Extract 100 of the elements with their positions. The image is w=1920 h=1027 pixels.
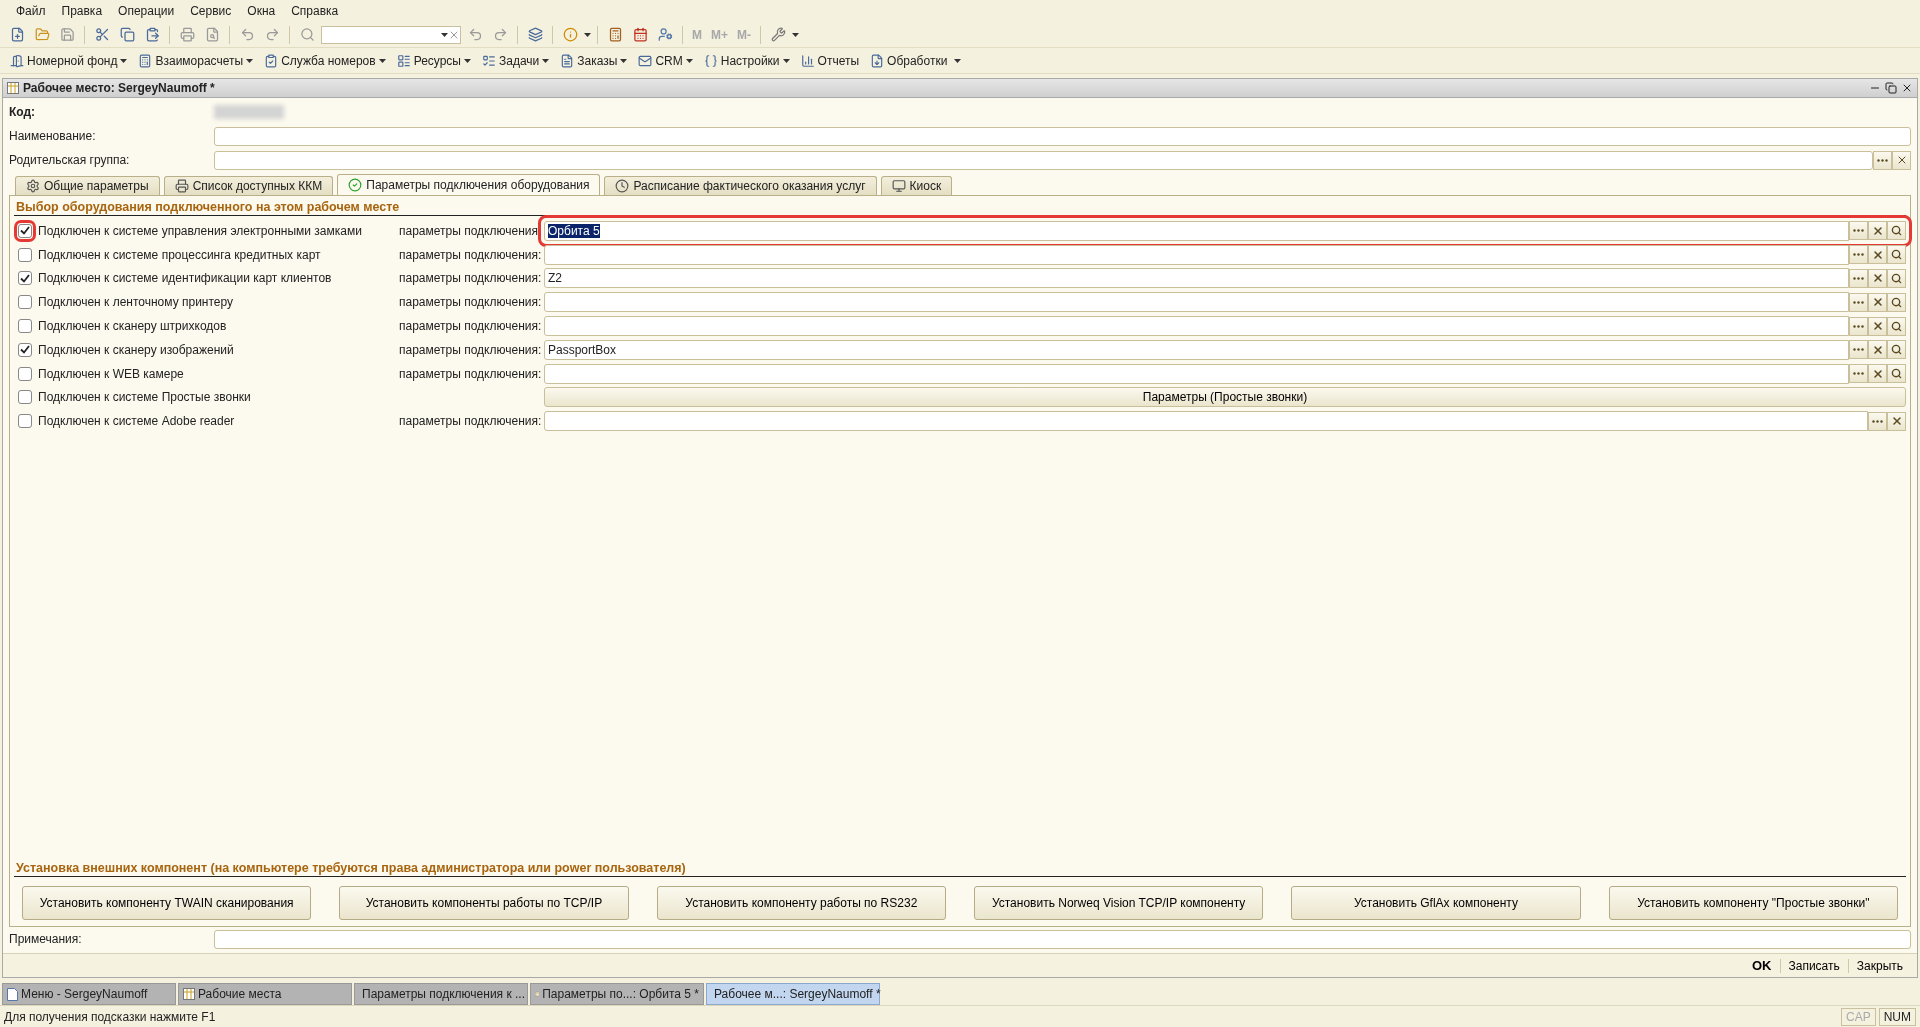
menu-item[interactable]: Операции	[112, 3, 181, 19]
select-button[interactable]	[1849, 340, 1868, 360]
caret-icon	[441, 32, 448, 37]
input-field[interactable]	[214, 150, 1873, 170]
window-tab[interactable]: Рабочее м...: SergeyNaumoff *	[706, 983, 880, 1005]
menu-item[interactable]: Справка	[285, 3, 345, 19]
search-icon	[1891, 320, 1902, 332]
clear-button[interactable]	[1887, 411, 1906, 431]
input-field[interactable]: Орбита 5	[544, 220, 1849, 241]
open-button[interactable]	[1887, 221, 1906, 241]
open-button[interactable]	[1887, 340, 1906, 360]
clear-button[interactable]	[1868, 245, 1887, 265]
ellipsis-icon	[1853, 253, 1864, 257]
install-button[interactable]: Установить GflAx компоненту	[1291, 886, 1581, 920]
window-tab[interactable]: Меню - SergeyNaumoff	[2, 983, 176, 1005]
clear-button[interactable]	[1868, 316, 1887, 336]
toolbar-menu[interactable]: Заказы	[556, 53, 632, 68]
toolbar-menu[interactable]: Ресурсы	[392, 53, 475, 68]
menu-item[interactable]: Окна	[241, 3, 282, 19]
select-button[interactable]	[1849, 221, 1868, 241]
input-field[interactable]: PassportBox	[544, 339, 1849, 360]
checkbox[interactable]	[18, 342, 32, 357]
menu-item[interactable]: Файл	[10, 3, 52, 19]
window-tab[interactable]: Параметры по...: Орбита 5 *	[530, 983, 704, 1005]
document-icon	[7, 987, 18, 1001]
check-icon	[20, 345, 30, 355]
restore-icon[interactable]	[1885, 82, 1897, 94]
window-tab[interactable]: Параметры подключения к ...	[354, 983, 528, 1005]
open-button[interactable]	[1887, 292, 1906, 312]
input-field[interactable]	[544, 244, 1849, 265]
toolbar-menu[interactable]: Обработки	[866, 53, 952, 68]
footer-button[interactable]: Закрыть	[1847, 958, 1911, 973]
search-icon	[1891, 225, 1902, 237]
ellipsis-icon	[1877, 158, 1888, 162]
open-button[interactable]	[1887, 364, 1906, 384]
checkbox[interactable]	[18, 366, 32, 381]
checkbox[interactable]	[18, 271, 32, 286]
toolbar-menu[interactable]: Взаиморасчеты	[134, 53, 258, 68]
clock-icon	[615, 179, 630, 193]
parameters-button[interactable]: Параметры (Простые звонки)	[544, 387, 1906, 408]
checkbox-label: Подключен к WEB камере	[38, 366, 184, 381]
toolbar-menu[interactable]: Настройки	[699, 53, 794, 68]
clear-button[interactable]	[1868, 292, 1887, 312]
toolbar-menu[interactable]: CRM	[634, 53, 697, 68]
menu-item[interactable]: Сервис	[184, 3, 238, 19]
input-field[interactable]	[544, 316, 1849, 337]
tab[interactable]: Киоск	[880, 176, 953, 195]
input-field[interactable]	[544, 292, 1849, 313]
open-button[interactable]	[1887, 269, 1906, 288]
clear-button[interactable]	[1892, 150, 1911, 170]
checkbox[interactable]	[18, 247, 32, 262]
clear-button[interactable]	[1868, 221, 1887, 241]
overflow-caret-icon	[954, 58, 962, 63]
select-button[interactable]	[1873, 150, 1892, 170]
check-circle-icon	[348, 178, 363, 192]
window-tab[interactable]: Рабочие места	[178, 983, 352, 1005]
toolbar-menu[interactable]: Номерной фонд	[6, 53, 132, 68]
footer-button[interactable]: OK	[1744, 958, 1780, 973]
ellipsis-icon	[1853, 348, 1864, 352]
close-icon[interactable]	[1901, 82, 1913, 94]
select-button[interactable]	[1849, 364, 1868, 384]
open-button[interactable]	[1887, 245, 1906, 265]
search-icon	[1891, 296, 1902, 308]
select-button[interactable]	[1849, 316, 1868, 336]
checkbox[interactable]	[18, 390, 32, 405]
tab[interactable]: Общие параметры	[15, 176, 160, 195]
checkbox[interactable]	[18, 414, 32, 429]
install-button[interactable]: Установить Norweq Vision TCP/IP компоненту	[974, 886, 1264, 920]
ellipsis-icon	[1853, 229, 1864, 233]
clear-button[interactable]	[1868, 269, 1887, 288]
input-field[interactable]	[214, 126, 1911, 146]
checkbox[interactable]	[18, 295, 32, 310]
input-field[interactable]: Z2	[544, 268, 1849, 289]
checkbox-label: Подключен к системе управления электронными замками	[38, 223, 362, 238]
footer-button[interactable]: Записать	[1779, 958, 1848, 973]
input-field[interactable]	[544, 363, 1849, 384]
toolbar-menu[interactable]: Отчеты	[796, 53, 864, 68]
select-button[interactable]	[1849, 245, 1868, 265]
window-title: Рабочее место: SergeyNaumoff *	[23, 81, 216, 95]
caret-icon	[584, 32, 591, 37]
checkbox[interactable]	[18, 319, 32, 334]
install-button[interactable]: Установить компоненты работы по TCP/IP	[339, 886, 629, 920]
input-field[interactable]	[544, 411, 1868, 432]
open-button[interactable]	[1887, 316, 1906, 336]
toolbar-menu[interactable]: Служба номеров	[260, 53, 390, 68]
clear-button[interactable]	[1868, 340, 1887, 360]
install-button[interactable]: Установить компоненту TWAIN сканирования	[22, 886, 312, 920]
tab[interactable]: Расписание фактического оказания услуг	[604, 176, 877, 195]
select-button[interactable]	[1849, 292, 1868, 312]
search-icon	[1891, 368, 1902, 380]
toolbar-menu[interactable]: Задачи	[478, 53, 554, 68]
select-button[interactable]	[1849, 269, 1868, 288]
install-button[interactable]: Установить компоненту работы по RS232	[656, 886, 946, 920]
tab[interactable]: Список доступных ККМ	[163, 176, 334, 195]
install-button[interactable]: Установить компоненту "Простые звонки"	[1608, 886, 1898, 920]
clear-button[interactable]	[1868, 364, 1887, 384]
menu-item[interactable]: Правка	[55, 3, 109, 19]
notes-field[interactable]	[214, 929, 1911, 949]
tab[interactable]: Параметры подключения оборудования	[337, 174, 601, 195]
select-button[interactable]	[1868, 411, 1887, 431]
